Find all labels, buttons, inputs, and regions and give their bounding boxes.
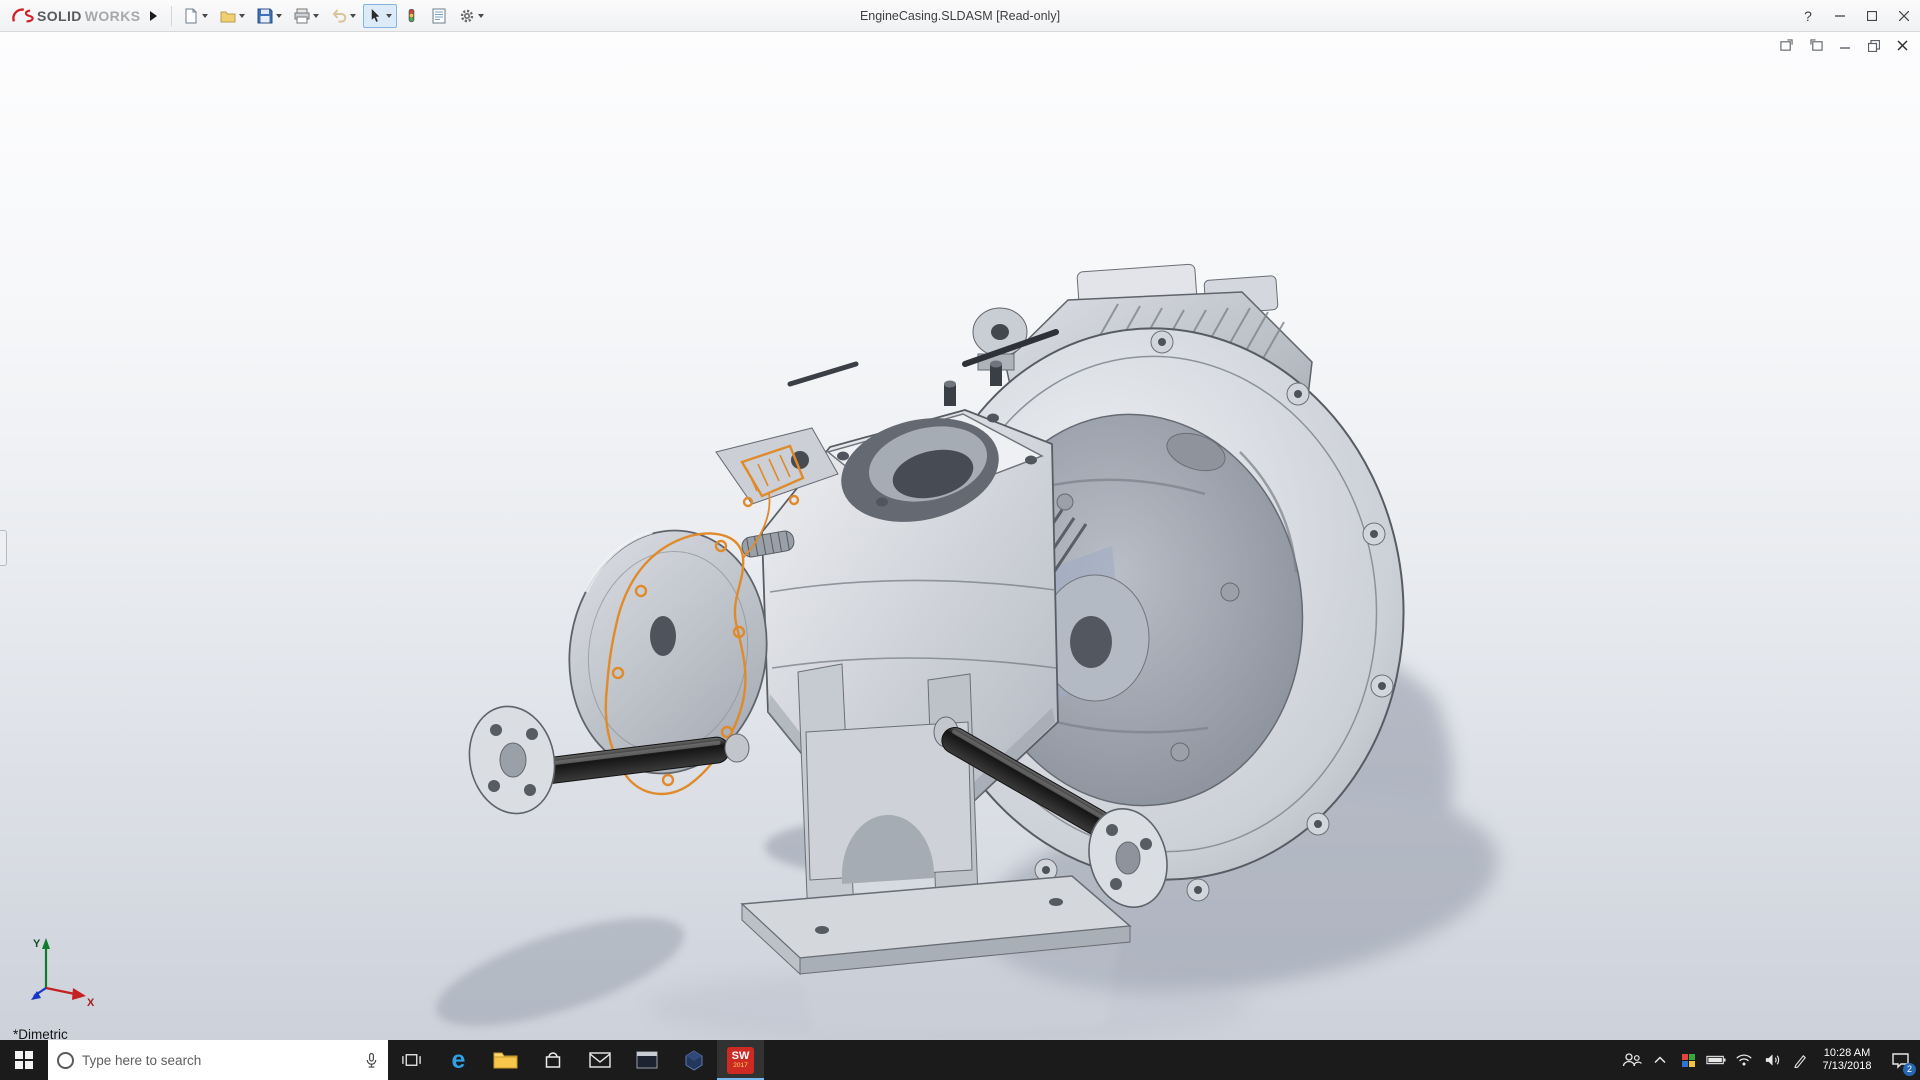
print-icon [294, 8, 310, 23]
rebuild-button[interactable] [399, 4, 424, 28]
action-center-button[interactable]: 2 [1880, 1040, 1920, 1080]
pinwheel-icon [1681, 1053, 1695, 1067]
open-folder-icon [220, 11, 236, 22]
collapsed-panel-tab[interactable] [0, 530, 7, 566]
dropdown-caret-icon [239, 13, 246, 18]
brand-text-solid: SOLID [37, 7, 82, 24]
orientation-triad-icon: Y X [31, 938, 95, 1009]
pen-icon [1793, 1054, 1806, 1068]
triad-y-label: Y [33, 938, 41, 950]
titlebar: SOLID WORKS EngineCasing.SLDASM [Read-on… [0, 0, 1920, 32]
clock-date: 7/13/2018 [1822, 1060, 1872, 1072]
view-orientation-label: *Dimetric [13, 1027, 68, 1040]
select-cursor-icon [372, 8, 380, 22]
dropdown-caret-icon [350, 13, 357, 18]
taskbar-store-button[interactable] [529, 1040, 576, 1080]
dropdown-caret-icon [276, 13, 283, 18]
chevron-up-icon [1654, 1056, 1666, 1064]
network-button[interactable] [1730, 1040, 1758, 1080]
dropdown-caret-icon [313, 13, 320, 18]
gear-icon [461, 9, 474, 22]
taskbar-terminal-button[interactable] [623, 1040, 670, 1080]
task-view-icon [402, 1054, 421, 1066]
minimize-button[interactable] [1824, 0, 1856, 31]
mail-icon [588, 1052, 611, 1068]
engine-assembly-model[interactable] [0, 32, 1920, 1040]
doc-minimize-button[interactable] [1840, 40, 1851, 51]
document-title: EngineCasing.SLDASM [Read-only] [859, 8, 1061, 23]
solidworks-app-icon: SW 2017 [727, 1046, 754, 1074]
save-button[interactable] [252, 4, 287, 28]
triad-x-label: X [87, 997, 95, 1009]
search-input[interactable] [82, 1052, 356, 1068]
taskbar-search[interactable] [48, 1040, 388, 1080]
tray-colorful-app-button[interactable] [1674, 1040, 1702, 1080]
document-window-controls [1780, 39, 1908, 52]
graphics-area[interactable]: Y X *Dimetric [0, 32, 1920, 1040]
save-icon [257, 8, 273, 23]
undo-button[interactable] [326, 4, 361, 28]
edge-icon: e [451, 1045, 466, 1074]
help-button[interactable]: ? [1792, 0, 1824, 31]
terminal-icon [636, 1051, 657, 1069]
dropdown-caret-icon [202, 13, 209, 18]
battery-icon [1706, 1055, 1726, 1065]
people-icon [1622, 1053, 1642, 1067]
wifi-icon [1736, 1054, 1752, 1066]
task-view-button[interactable] [388, 1040, 435, 1080]
dropdown-caret-icon [478, 13, 485, 18]
new-document-icon [185, 8, 197, 23]
minimize-icon [1835, 14, 1845, 17]
select-tool-button[interactable] [363, 3, 398, 28]
close-icon [1899, 10, 1909, 21]
close-button[interactable] [1888, 0, 1920, 31]
volume-button[interactable] [1758, 1040, 1786, 1080]
store-bag-icon [545, 1052, 560, 1068]
rebuild-icon [409, 8, 415, 23]
file-properties-button[interactable] [426, 4, 452, 28]
speaker-icon [1765, 1054, 1779, 1066]
toolbar-separator [171, 5, 173, 26]
taskbar-cad-app-button[interactable] [670, 1040, 717, 1080]
options-button[interactable] [454, 4, 489, 28]
taskbar-clock[interactable]: 10:28 AM 7/13/2018 [1814, 1040, 1880, 1080]
cortana-icon[interactable] [57, 1051, 74, 1069]
doc-close-button[interactable] [1897, 40, 1908, 51]
ds-logo-icon [12, 7, 34, 22]
start-button[interactable] [0, 1040, 48, 1080]
taskbar-solidworks-button[interactable]: SW 2017 [717, 1040, 764, 1080]
maximize-button[interactable] [1856, 0, 1888, 31]
menu-flyout-arrow-icon[interactable] [150, 10, 158, 21]
brand-text-works: WORKS [84, 7, 141, 24]
taskbar-mail-button[interactable] [576, 1040, 623, 1080]
microphone-icon[interactable] [364, 1052, 379, 1069]
pen-button[interactable] [1786, 1040, 1814, 1080]
taskbar-file-explorer-button[interactable] [482, 1040, 529, 1080]
window-back-icon[interactable] [1780, 39, 1793, 52]
file-explorer-icon [493, 1052, 518, 1069]
file-properties-icon [432, 8, 446, 23]
people-button[interactable] [1618, 1040, 1646, 1080]
windows-logo-icon [15, 1051, 33, 1069]
doc-restore-button[interactable] [1868, 39, 1880, 52]
window-forward-icon[interactable] [1810, 39, 1823, 52]
open-button[interactable] [215, 4, 250, 28]
notification-badge: 2 [1903, 1063, 1916, 1076]
clock-time: 10:28 AM [1823, 1047, 1871, 1059]
undo-icon [333, 8, 347, 23]
window-controls: ? [1792, 0, 1920, 31]
print-button[interactable] [289, 4, 324, 28]
cube-icon [685, 1049, 702, 1071]
maximize-icon [1867, 10, 1877, 21]
windows-taskbar: e SW 2017 [0, 1040, 1920, 1080]
dropdown-caret-icon [386, 13, 393, 18]
solidworks-logo: SOLID WORKS [0, 7, 144, 25]
quick-access-toolbar [178, 3, 489, 28]
new-document-button[interactable] [178, 4, 213, 28]
taskbar-edge-button[interactable]: e [435, 1040, 482, 1080]
battery-button[interactable] [1702, 1040, 1730, 1080]
system-tray: 10:28 AM 7/13/2018 2 [1618, 1040, 1920, 1080]
hidden-icons-button[interactable] [1646, 1040, 1674, 1080]
